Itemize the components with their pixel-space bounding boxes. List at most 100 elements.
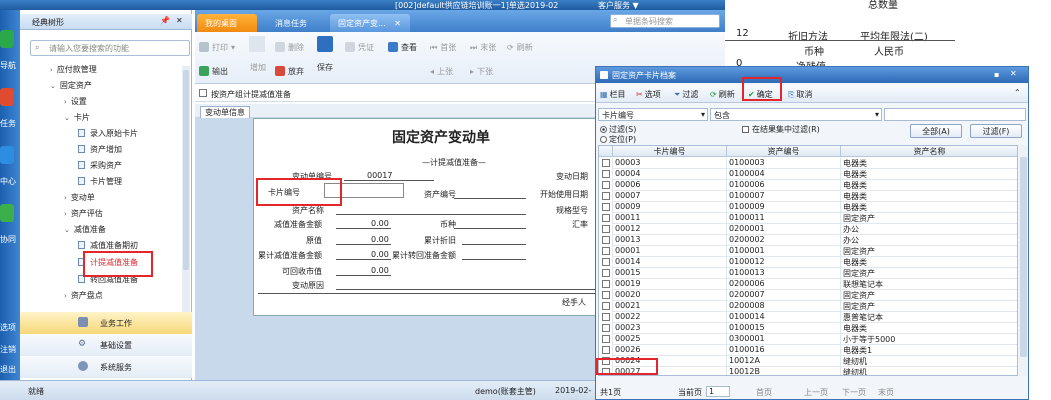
nav-search-input[interactable]: ⌕ 请输入您要搜索的功能 [30,40,190,56]
checkbox-icon[interactable] [602,214,610,222]
add-button[interactable]: 增加 [250,62,266,73]
checkbox-icon[interactable] [602,181,610,189]
table-row[interactable]: 00019 0200006 联想笔记本 [599,279,1017,290]
row-checkbox-cell[interactable] [599,224,613,235]
table-row[interactable]: 00007 0100007 电器类 [599,191,1017,202]
impair-amount-value[interactable]: 0.00 [371,219,389,228]
nav-item-purchase[interactable]: 采购资产 [78,160,122,171]
cancel-button[interactable]: ⎘ 取消 [788,89,812,100]
row-checkbox-cell[interactable] [599,323,613,334]
checkbox-icon[interactable] [602,302,610,310]
grid-scrollbar[interactable] [1019,145,1028,376]
close-icon[interactable]: ✕ [176,16,183,25]
checkbox-icon[interactable] [602,313,610,321]
discard-button[interactable]: 放弃 [275,66,304,77]
collab-icon[interactable] [0,204,14,222]
delete-button[interactable]: 删除 [275,42,304,53]
checkbox-icon[interactable] [602,247,610,255]
nav-item-asset-add[interactable]: 资产增加 [78,144,122,155]
nav-item-impairment[interactable]: ⌄ 减值准备 [64,224,106,235]
table-row[interactable]: 00026 0100016 电器类1 [599,345,1017,356]
table-row[interactable]: 00012 0200001 办公 [599,224,1017,235]
strip-nav-label[interactable]: 导航 [0,60,20,71]
table-row[interactable]: 00006 0100006 电器类 [599,180,1017,191]
close-icon[interactable]: ✕ [394,19,401,28]
next-page-button[interactable]: 下一页 [842,387,866,398]
maximize-icon[interactable]: ▪ [994,70,999,79]
tab-messages[interactable]: 消息任务 [267,14,327,32]
nav-scrollbar[interactable] [182,66,190,316]
table-row[interactable]: 00004 0100004 电器类 [599,169,1017,180]
nav-scroll-thumb[interactable] [183,70,189,270]
table-row[interactable]: 00021 0200008 固定资产 [599,301,1017,312]
group-impair-checkbox[interactable] [199,89,207,97]
nav-item-impair-opening[interactable]: 减值准备期初 [78,240,138,251]
checkbox-icon[interactable] [602,159,610,167]
table-row[interactable]: 00011 0100011 固定资产 [599,213,1017,224]
table-row[interactable]: 00001 0100001 固定资产 [599,246,1017,257]
business-work-button[interactable]: 业务工作 [20,312,192,334]
table-row[interactable]: 00003 0100003 电器类 [599,158,1017,169]
row-checkbox-cell[interactable] [599,268,613,279]
row-checkbox-cell[interactable] [599,301,613,312]
grid-header-asset-name[interactable]: 资产名称 [841,146,1017,157]
nav-item-enter-card[interactable]: 录入原始卡片 [78,128,138,139]
prev-button[interactable]: ◂ 上张 [430,66,453,77]
checkbox-icon[interactable] [602,258,610,266]
task-icon[interactable] [0,88,14,106]
nav-item-card-manage[interactable]: 卡片管理 [78,176,122,187]
options-button[interactable]: 选项 [0,322,20,333]
row-checkbox-cell[interactable] [599,290,613,301]
row-checkbox-cell[interactable] [599,257,613,268]
pin-icon[interactable]: 📌 [160,16,170,25]
nav-item-settings[interactable]: › 设置 [64,96,87,107]
customer-service-link[interactable]: 客户服务 ▼ [598,0,639,10]
row-checkbox-cell[interactable] [599,246,613,257]
options-button[interactable]: ✂ 选项 [636,89,661,100]
system-service-button[interactable]: 系统服务 [20,356,192,378]
save-button[interactable]: 保存 [317,62,333,73]
prev-page-button[interactable]: 上一页 [804,387,828,398]
row-checkbox-cell[interactable] [599,202,613,213]
nav-item-ap[interactable]: › 应付款管理 [50,64,97,75]
grid-header-asset-no[interactable]: 资产编号 [727,146,841,157]
checkbox-icon[interactable] [602,269,610,277]
filter-in-result-checkbox[interactable]: 在结果集中过滤(R) [742,124,820,135]
table-row[interactable]: 00013 0200002 办公 [599,235,1017,246]
refresh-button[interactable]: ⟳ 刷新 [507,42,533,53]
nav-item-inventory[interactable]: › 资产盘点 [64,290,103,301]
row-checkbox-cell[interactable] [599,279,613,290]
checkbox-icon[interactable] [602,291,610,299]
nav-item-change[interactable]: › 变动单 [64,192,95,203]
operator-select[interactable]: 包含 ▾ [710,108,882,121]
table-row[interactable]: 00014 0100012 电器类 [599,257,1017,268]
last-button[interactable]: ⏭ 末张 [470,42,496,53]
nav-item-fixed-assets[interactable]: ⌄ 固定资产 [50,80,92,91]
barcode-search-input[interactable]: ⌕ 单据条码搜索 [610,14,720,28]
filter-apply-button[interactable]: 过滤(F) [970,124,1022,138]
grid-scroll-thumb[interactable] [1020,157,1027,357]
center-icon[interactable] [0,146,14,164]
row-checkbox-cell[interactable] [599,191,613,202]
row-checkbox-cell[interactable] [599,345,613,356]
table-row[interactable]: 00024 10012A 缝纫机 [599,356,1017,367]
strip-task-label[interactable]: 任务 [0,118,20,129]
radio-locate[interactable]: 定位(P) [600,134,636,145]
last-page-button[interactable]: 末页 [878,387,894,398]
nav-item-evaluate[interactable]: › 资产评估 [64,208,103,219]
next-button[interactable]: ▸ 下张 [470,66,493,77]
all-button[interactable]: 全部(A) [910,124,962,138]
first-page-button[interactable]: 首页 [756,387,772,398]
checkbox-icon[interactable] [602,324,610,332]
close-icon[interactable]: ✕ [1010,69,1017,78]
table-row[interactable]: 00020 0200007 固定资产 [599,290,1017,301]
refresh-button[interactable]: ⟳ 刷新 [710,89,735,100]
filter-value-input[interactable] [884,108,1026,121]
nav-item-card[interactable]: ⌄ 卡片 [64,112,90,123]
field-select[interactable]: 卡片编号 ▾ [598,108,708,121]
row-checkbox-cell[interactable] [599,169,613,180]
strip-collab-label[interactable]: 协同 [0,234,20,245]
checkbox-icon[interactable] [602,203,610,211]
checkbox-icon[interactable] [602,225,610,233]
checkbox-icon[interactable] [602,346,610,354]
